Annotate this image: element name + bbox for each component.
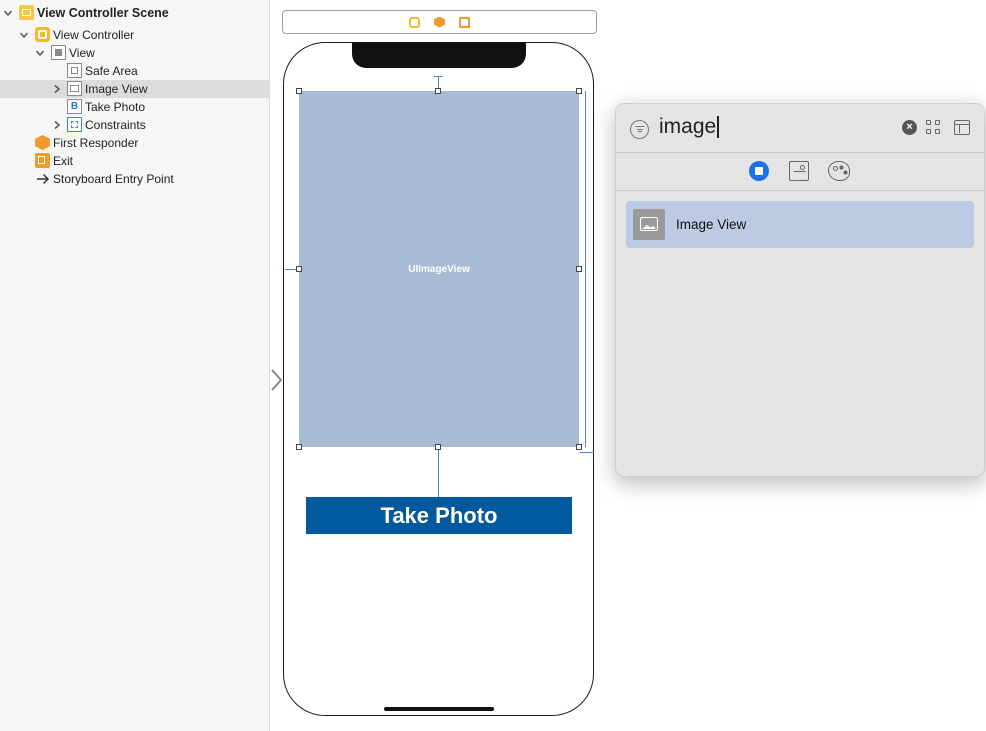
outline-label: First Responder	[53, 136, 139, 150]
resize-handle[interactable]	[576, 266, 582, 272]
view-controller-icon	[35, 27, 50, 42]
constraint-line[interactable]	[580, 452, 594, 453]
home-indicator	[384, 707, 494, 711]
text-caret	[717, 116, 719, 139]
resize-handle[interactable]	[296, 266, 302, 272]
detail-panel-icon[interactable]	[954, 120, 970, 135]
outline-row-view-controller[interactable]: View Controller	[0, 26, 269, 44]
chevron-down-icon[interactable]	[3, 8, 13, 18]
scene-dock	[282, 10, 597, 34]
outline-label: View Controller	[53, 28, 135, 42]
library-result-image-view[interactable]: Image View	[626, 201, 974, 248]
exit-icon[interactable]	[459, 16, 470, 28]
resize-handle[interactable]	[435, 444, 441, 450]
safe-area-icon	[67, 63, 82, 78]
constraint-line[interactable]	[585, 91, 586, 447]
chevron-down-icon[interactable]	[35, 48, 45, 58]
outline-row-image-view[interactable]: Image View	[0, 80, 269, 98]
resize-handle[interactable]	[296, 444, 302, 450]
constraint-line[interactable]	[434, 76, 443, 77]
outline-label: Safe Area	[85, 64, 138, 78]
outline-row-first-responder[interactable]: First Responder	[0, 134, 269, 152]
button-icon: B	[67, 99, 82, 114]
library-search-input[interactable]: image	[659, 115, 719, 139]
chevron-right-icon[interactable]	[52, 84, 62, 94]
library-search-bar: image ×	[616, 104, 984, 153]
view-icon	[51, 45, 66, 60]
outline-row-exit[interactable]: Exit	[0, 152, 269, 170]
object-library-popup: image × Image View	[615, 103, 985, 477]
outline-row-view-controller-scene[interactable]: View Controller Scene	[0, 4, 269, 22]
image-icon	[633, 209, 665, 240]
image-view[interactable]: UIImageView	[299, 91, 579, 447]
outline-label: Image View	[85, 82, 148, 96]
colors-palette-tab-icon[interactable]	[828, 161, 850, 181]
entry-point-arrow-icon[interactable]	[270, 368, 284, 392]
constraints-icon	[67, 117, 82, 132]
first-responder-icon	[35, 135, 50, 150]
document-outline: View Controller Scene View Controller Vi…	[0, 0, 270, 731]
outline-label: View	[69, 46, 95, 60]
grid-view-icon[interactable]	[926, 120, 941, 135]
image-view-placeholder-label: UIImageView	[408, 263, 470, 275]
image-view-icon	[67, 81, 82, 96]
resize-handle[interactable]	[576, 444, 582, 450]
arrow-right-icon	[35, 171, 50, 186]
outline-label: Exit	[53, 154, 74, 168]
filter-icon[interactable]	[630, 120, 649, 139]
clear-search-icon[interactable]: ×	[902, 120, 917, 135]
outline-label: View Controller Scene	[37, 6, 169, 20]
scene-icon	[19, 5, 34, 20]
device-notch	[352, 42, 526, 68]
exit-icon	[35, 153, 50, 168]
outline-row-view[interactable]: View	[0, 44, 269, 62]
resize-handle[interactable]	[296, 88, 302, 94]
resize-handle[interactable]	[576, 88, 582, 94]
objects-tab-icon[interactable]	[749, 161, 769, 181]
library-result-label: Image View	[676, 217, 747, 232]
first-responder-icon[interactable]	[434, 16, 445, 28]
outline-label: Storyboard Entry Point	[53, 172, 174, 186]
outline-row-safe-area[interactable]: Safe Area	[0, 62, 269, 80]
outline-row-constraints[interactable]: Constraints	[0, 116, 269, 134]
outline-row-take-photo[interactable]: B Take Photo	[0, 98, 269, 116]
library-tabs	[616, 153, 984, 191]
outline-label: Constraints	[85, 118, 146, 132]
chevron-right-icon[interactable]	[52, 120, 62, 130]
media-tab-icon[interactable]	[789, 161, 809, 181]
resize-handle[interactable]	[435, 88, 441, 94]
outline-label: Take Photo	[85, 100, 146, 114]
view-controller-icon[interactable]	[409, 16, 420, 28]
take-photo-button[interactable]: Take Photo	[306, 497, 572, 534]
chevron-down-icon[interactable]	[19, 30, 29, 40]
outline-row-storyboard-entry-point[interactable]: Storyboard Entry Point	[0, 170, 269, 188]
constraint-line[interactable]	[438, 447, 439, 497]
